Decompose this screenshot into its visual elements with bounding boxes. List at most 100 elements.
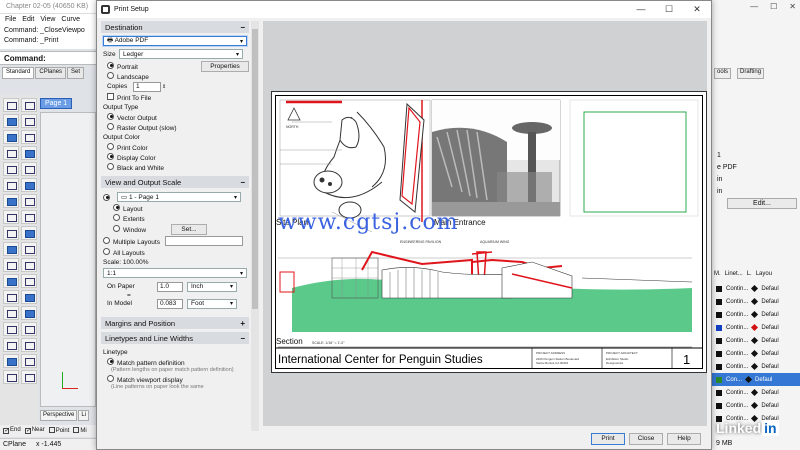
tool-button[interactable] xyxy=(21,338,37,352)
view-select[interactable]: ▭ 1 - Page 1 ▾ xyxy=(117,192,241,202)
layout-viewport[interactable] xyxy=(40,112,96,407)
osnap-mid[interactable]: Mi xyxy=(73,427,87,435)
tool-button[interactable] xyxy=(3,338,19,352)
tool-button[interactable] xyxy=(3,274,19,288)
tool-button[interactable] xyxy=(21,258,37,272)
layer-color-swatch[interactable] xyxy=(716,285,722,292)
expand-icon[interactable]: + xyxy=(240,319,245,328)
tool-button[interactable] xyxy=(21,146,37,160)
layer-row[interactable]: Contin... Defaul xyxy=(712,308,800,321)
tool-button[interactable] xyxy=(3,210,19,224)
menu-file[interactable]: File xyxy=(5,16,16,23)
linetypes-header[interactable]: Linetypes and Line Widths − xyxy=(101,332,249,344)
layer-print-color-icon[interactable] xyxy=(751,401,759,410)
minimize-icon[interactable]: — xyxy=(750,2,758,11)
layer-row[interactable]: Contin... Defaul xyxy=(712,282,800,295)
tool-button[interactable] xyxy=(21,194,37,208)
maximize-icon[interactable]: ☐ xyxy=(655,1,683,18)
col-linetype[interactable]: Linet... xyxy=(723,270,745,281)
layer-color-swatch[interactable] xyxy=(716,363,722,370)
tool-button[interactable] xyxy=(3,146,19,160)
tab-set[interactable]: Set xyxy=(67,67,85,79)
help-button[interactable]: Help xyxy=(667,433,701,445)
vector-output-radio[interactable]: Vector Output xyxy=(107,112,157,122)
set-window-button[interactable]: Set... xyxy=(171,223,207,235)
layer-row[interactable]: Contin... Defaul xyxy=(712,334,800,347)
all-layouts-radio[interactable]: All Layouts xyxy=(103,247,145,257)
edit-button[interactable]: Edit... xyxy=(727,198,797,209)
layer-print-color-icon[interactable] xyxy=(751,284,759,293)
layer-print-color-icon[interactable] xyxy=(751,336,759,345)
on-paper-input[interactable]: 1.0 xyxy=(157,281,183,292)
tool-button[interactable] xyxy=(3,290,19,304)
tool-button[interactable] xyxy=(3,178,19,192)
dialog-titlebar[interactable]: Print Setup — ☐ ✕ xyxy=(97,1,711,18)
match-pattern-radio[interactable]: Match pattern definition xyxy=(107,357,185,367)
layer-color-swatch[interactable] xyxy=(716,350,722,357)
close-icon[interactable]: ✕ xyxy=(683,1,711,18)
tool-button[interactable] xyxy=(21,322,37,336)
menu-view[interactable]: View xyxy=(40,16,55,23)
copies-input[interactable]: 1 xyxy=(133,81,161,92)
in-model-unit-select[interactable]: Foot ▾ xyxy=(187,298,237,309)
view-scale-header[interactable]: View and Output Scale − xyxy=(101,176,249,188)
menu-edit[interactable]: Edit xyxy=(22,16,34,23)
tab-cplanes[interactable]: CPlanes xyxy=(35,67,67,79)
layer-color-swatch[interactable] xyxy=(716,311,722,318)
close-button[interactable]: Close xyxy=(629,433,663,445)
tab-standard[interactable]: Standard xyxy=(2,67,35,79)
extents-radio[interactable]: Extents xyxy=(113,213,145,223)
paper-size-select[interactable]: Ledger ▾ xyxy=(119,49,243,59)
maximize-icon[interactable]: ☐ xyxy=(770,2,777,11)
layer-color-swatch[interactable] xyxy=(716,324,722,331)
copies-stepper[interactable]: ⇕ xyxy=(162,84,166,90)
margins-header[interactable]: Margins and Position + xyxy=(101,317,249,329)
tool-button[interactable] xyxy=(3,258,19,272)
menu-curve[interactable]: Curve xyxy=(61,16,80,23)
tool-button[interactable] xyxy=(21,370,37,384)
portrait-radio[interactable]: Portrait xyxy=(107,61,138,71)
tab-perspective[interactable]: Perspective xyxy=(40,410,78,421)
tool-button[interactable] xyxy=(21,354,37,368)
window-radio[interactable]: Window xyxy=(113,224,171,234)
layer-row[interactable]: Contin... Defaul xyxy=(712,295,800,308)
layer-print-color-icon[interactable] xyxy=(751,349,759,358)
print-to-file-checkbox[interactable]: Print To File xyxy=(107,92,151,102)
tool-button[interactable] xyxy=(3,194,19,208)
tool-button[interactable] xyxy=(3,226,19,240)
on-paper-unit-select[interactable]: Inch ▾ xyxy=(187,281,237,292)
scrollbar-thumb[interactable] xyxy=(252,29,258,309)
layer-row[interactable]: Contin... Defaul xyxy=(712,399,800,412)
layer-row[interactable]: Contin... Defaul xyxy=(712,360,800,373)
tab-layout[interactable]: Li xyxy=(78,410,90,421)
destination-header[interactable]: Destination − xyxy=(101,21,249,33)
multiple-layouts-input[interactable] xyxy=(165,236,243,246)
col-l[interactable]: L. xyxy=(745,270,754,281)
tool-button[interactable] xyxy=(3,354,19,368)
layer-print-color-icon[interactable] xyxy=(751,388,759,397)
tool-button[interactable] xyxy=(21,178,37,192)
print-color-radio[interactable]: Print Color xyxy=(107,142,148,152)
minimize-icon[interactable]: — xyxy=(627,1,655,18)
layer-print-color-icon[interactable] xyxy=(751,323,759,332)
landscape-radio[interactable]: Landscape xyxy=(107,71,149,81)
tool-button[interactable] xyxy=(21,226,37,240)
print-button[interactable]: Print xyxy=(591,433,625,445)
layer-row[interactable]: Con... Defaul xyxy=(712,373,800,386)
layer-color-swatch[interactable] xyxy=(716,402,722,409)
tool-button[interactable] xyxy=(21,210,37,224)
layer-print-color-icon[interactable] xyxy=(751,297,759,306)
tool-button[interactable] xyxy=(3,322,19,336)
osnap-point[interactable]: Point xyxy=(48,427,69,435)
display-color-radio[interactable]: Display Color xyxy=(107,152,156,162)
col-layout[interactable]: Layou xyxy=(754,270,774,281)
layout-radio[interactable]: Layout xyxy=(113,203,143,213)
layer-print-color-icon[interactable] xyxy=(744,375,753,384)
collapse-icon[interactable]: − xyxy=(240,178,245,187)
layer-color-swatch[interactable] xyxy=(716,298,722,305)
layer-color-swatch[interactable] xyxy=(716,389,722,396)
black-white-radio[interactable]: Black and White xyxy=(107,162,164,172)
tool-button[interactable] xyxy=(3,162,19,176)
tool-button[interactable] xyxy=(21,114,37,128)
tool-button[interactable] xyxy=(3,114,19,128)
